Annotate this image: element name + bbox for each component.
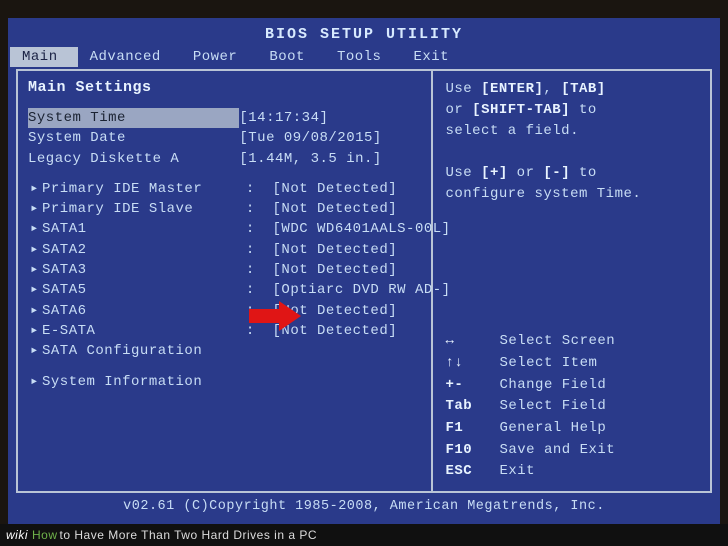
key-save-exit: F10Save and Exit xyxy=(445,440,698,462)
key-exit: ESCExit xyxy=(445,461,698,483)
key-legend: ↔Select Screen ↑↓Select Item +-Change Fi… xyxy=(445,331,698,483)
device-sata-configuration[interactable]: SATA Configuration xyxy=(28,341,419,361)
setting-system-date[interactable]: System Date [Tue 09/08/2015] xyxy=(28,128,419,148)
label: SATA Configuration xyxy=(42,341,246,361)
value: [Tue 09/08/2015] xyxy=(239,128,419,148)
menu-exit[interactable]: Exit xyxy=(401,47,469,67)
label: E-SATA xyxy=(42,321,246,341)
value: : [Not Detected] xyxy=(246,240,420,260)
label: Primary IDE Master xyxy=(42,179,246,199)
label: SATA2 xyxy=(42,240,246,260)
device-sata1[interactable]: SATA1 : [WDC WD6401AALS-00L] xyxy=(28,219,419,239)
device-sata2[interactable]: SATA2 : [Not Detected] xyxy=(28,240,419,260)
key-general-help: F1General Help xyxy=(445,418,698,440)
bios-footer: v02.61 (C)Copyright 1985-2008, American … xyxy=(10,493,718,522)
setting-system-time[interactable]: System Time [14:17:34] xyxy=(28,108,419,128)
value: [1.44M, 3.5 in.] xyxy=(239,149,419,169)
label: Legacy Diskette A xyxy=(28,149,239,169)
menu-boot[interactable]: Boot xyxy=(257,47,325,67)
label: SATA1 xyxy=(42,219,246,239)
device-sata3[interactable]: SATA3 : [Not Detected] xyxy=(28,260,419,280)
device-sata5[interactable]: SATA5 : [Optiarc DVD RW AD-] xyxy=(28,280,419,300)
system-information[interactable]: System Information xyxy=(28,372,419,392)
device-sata6[interactable]: SATA6 : [Not Detected] xyxy=(28,301,419,321)
caption-how: How xyxy=(32,528,58,542)
key-change-field: +-Change Field xyxy=(445,375,698,397)
left-panel: Main Settings System Time [14:17:34] Sys… xyxy=(18,71,433,491)
value: : [WDC WD6401AALS-00L] xyxy=(246,219,451,239)
red-arrow-icon xyxy=(249,301,301,331)
value: : [Optiarc DVD RW AD-] xyxy=(246,280,451,300)
device-esata[interactable]: E-SATA : [Not Detected] xyxy=(28,321,419,341)
bios-window: BIOS SETUP UTILITY Main Advanced Power B… xyxy=(8,18,720,524)
value: : [Not Detected] xyxy=(246,260,420,280)
value: : [Not Detected] xyxy=(246,179,420,199)
section-title: Main Settings xyxy=(28,79,419,96)
key-select-field: TabSelect Field xyxy=(445,396,698,418)
device-primary-ide-slave[interactable]: Primary IDE Slave : [Not Detected] xyxy=(28,199,419,219)
wikihow-logo: wiki xyxy=(6,528,28,542)
menu-tools[interactable]: Tools xyxy=(325,47,402,67)
right-panel: Use [ENTER], [TAB] or [SHIFT-TAB] to sel… xyxy=(433,71,710,491)
caption-text: to Have More Than Two Hard Drives in a P… xyxy=(60,528,318,542)
label: Primary IDE Slave xyxy=(42,199,246,219)
value: : [Not Detected] xyxy=(246,199,420,219)
caption-bar: wiki How to Have More Than Two Hard Driv… xyxy=(0,524,728,546)
setting-legacy-diskette[interactable]: Legacy Diskette A [1.44M, 3.5 in.] xyxy=(28,149,419,169)
label: System Information xyxy=(42,372,246,392)
menu-main[interactable]: Main xyxy=(10,47,78,67)
label: SATA6 xyxy=(42,301,246,321)
menu-power[interactable]: Power xyxy=(181,47,258,67)
help-text: Use [ENTER], [TAB] or [SHIFT-TAB] to sel… xyxy=(445,79,698,205)
menu-advanced[interactable]: Advanced xyxy=(78,47,181,67)
label: SATA5 xyxy=(42,280,246,300)
value xyxy=(246,341,420,361)
value: [14:17:34] xyxy=(239,108,419,128)
bios-title: BIOS SETUP UTILITY xyxy=(10,20,718,47)
content-panels: Main Settings System Time [14:17:34] Sys… xyxy=(16,69,712,493)
key-select-screen: ↔Select Screen xyxy=(445,331,698,353)
label: System Time xyxy=(28,108,239,128)
label: SATA3 xyxy=(42,260,246,280)
device-primary-ide-master[interactable]: Primary IDE Master : [Not Detected] xyxy=(28,179,419,199)
menu-bar: Main Advanced Power Boot Tools Exit xyxy=(10,47,718,69)
label: System Date xyxy=(28,128,239,148)
key-select-item: ↑↓Select Item xyxy=(445,353,698,375)
value xyxy=(246,372,420,392)
